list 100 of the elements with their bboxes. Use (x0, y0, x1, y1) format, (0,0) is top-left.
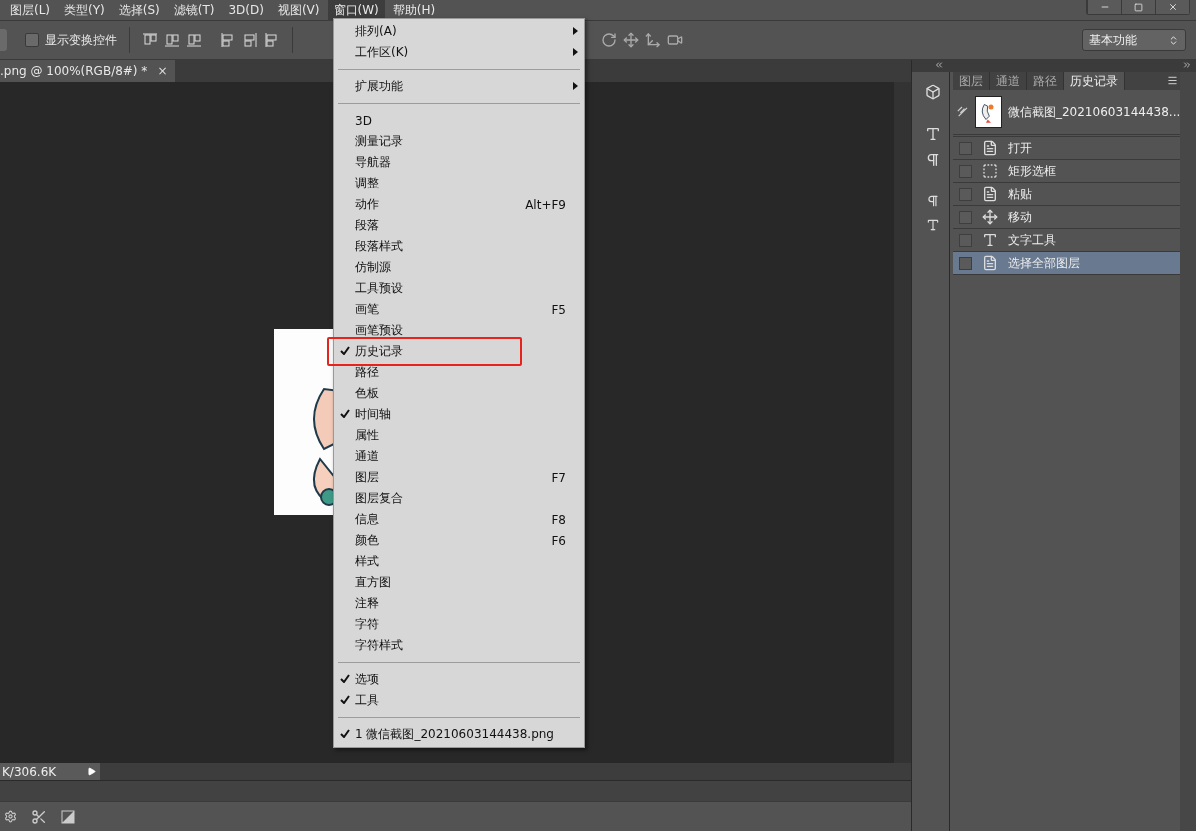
menu-item[interactable]: 调整 (334, 173, 584, 194)
menu-title[interactable]: 视图(V) (271, 0, 326, 21)
history-step[interactable]: 粘贴 (953, 183, 1181, 206)
align-icon[interactable] (264, 32, 280, 48)
pan-icon[interactable] (623, 32, 639, 48)
expand-icon[interactable] (1182, 60, 1192, 70)
menu-title[interactable]: 窗口(W) (327, 0, 385, 21)
character-icon[interactable] (924, 126, 941, 142)
step-checkbox[interactable] (959, 233, 973, 247)
menu-item[interactable]: 工具 (334, 690, 584, 711)
menu-title[interactable]: 类型(Y) (58, 0, 111, 21)
step-label: 矩形选框 (1008, 162, 1057, 180)
menu-item[interactable]: 字符样式 (334, 635, 584, 656)
menu-item[interactable]: 3D (334, 110, 584, 131)
document-icon (982, 186, 999, 202)
checkbox[interactable] (25, 33, 39, 47)
cube-icon[interactable] (924, 84, 941, 100)
expand-icon[interactable] (87, 767, 96, 776)
align-icon[interactable] (186, 32, 202, 48)
menu-item[interactable]: 段落 (334, 215, 584, 236)
step-label: 文字工具 (1008, 231, 1057, 249)
menu-item[interactable]: 路径 (334, 362, 584, 383)
step-label: 粘贴 (1008, 185, 1033, 203)
step-label: 打开 (1008, 139, 1033, 157)
history-step[interactable]: 选择全部图层 (953, 252, 1181, 275)
submenu-arrow-icon (573, 47, 578, 56)
submenu-arrow-icon (573, 26, 578, 35)
menu-item[interactable]: 工具预设 (334, 278, 584, 299)
maximize-icon (1134, 2, 1143, 12)
workspace-dropdown[interactable]: 基本功能 (1082, 29, 1186, 51)
menu-item[interactable]: 段落样式 (334, 236, 584, 257)
step-checkbox[interactable] (959, 141, 973, 155)
menu-item[interactable]: 1 微信截图_20210603144438.png (334, 724, 584, 745)
align-icon[interactable] (164, 32, 180, 48)
marquee-icon (982, 163, 999, 179)
document-icon (982, 255, 999, 271)
menu-item[interactable]: 直方图 (334, 572, 584, 593)
rotate-icon[interactable] (601, 32, 617, 48)
menu-icon[interactable] (1167, 75, 1179, 86)
menu-item[interactable]: 属性 (334, 425, 584, 446)
menu-item[interactable]: 测量记录 (334, 131, 584, 152)
document-tab[interactable]: .png @ 100%(RGB/8#) * × (0, 60, 176, 82)
menu-item[interactable]: 通道 (334, 446, 584, 467)
character-style-icon[interactable] (925, 218, 940, 232)
menu-title[interactable]: 3D(D) (222, 1, 270, 19)
history-step[interactable]: 移动 (953, 206, 1181, 229)
align-icon[interactable] (142, 32, 158, 48)
minimize-button[interactable] (1087, 0, 1121, 14)
step-checkbox[interactable] (959, 187, 973, 201)
status-text: K/306.6K (0, 763, 100, 780)
panel-tab[interactable]: 历史记录 (1064, 72, 1126, 90)
menu-title[interactable]: 选择(S) (112, 0, 166, 21)
step-checkbox[interactable] (959, 210, 973, 224)
scissors-icon[interactable] (31, 808, 47, 825)
menu-item[interactable]: 历史记录 (334, 341, 584, 362)
menu-item[interactable]: 时间轴 (334, 404, 584, 425)
menu-item[interactable]: 图层 F7 (334, 467, 584, 488)
step-label: 移动 (1008, 208, 1033, 226)
submenu-arrow-icon (573, 81, 578, 90)
menu-item[interactable]: 排列(A) (334, 21, 584, 42)
menu-item[interactable]: 图层复合 (334, 488, 584, 509)
maximize-button[interactable] (1121, 0, 1155, 14)
text-icon (982, 232, 999, 248)
menu-item[interactable]: 选项 (334, 669, 584, 690)
collapse-icon[interactable] (934, 60, 944, 70)
align-icon[interactable] (220, 32, 236, 48)
step-checkbox[interactable] (959, 164, 973, 178)
menu-item[interactable]: 画笔预设 (334, 320, 584, 341)
step-label: 选择全部图层 (1008, 254, 1081, 272)
menu-item[interactable]: 导航器 (334, 152, 584, 173)
menu-item[interactable]: 画笔 F5 (334, 299, 584, 320)
brush-icon (957, 105, 969, 119)
move-icon (982, 209, 999, 225)
paragraph-style-icon[interactable] (925, 194, 940, 208)
menu-item[interactable]: 动作 Alt+F9 (334, 194, 584, 215)
menu-item[interactable]: 字符 (334, 614, 584, 635)
menu-title[interactable]: 图层(L) (4, 0, 57, 21)
menu-item[interactable]: 色板 (334, 383, 584, 404)
menu-item[interactable]: 工作区(K) (334, 42, 584, 63)
menu-title[interactable]: 滤镜(T) (167, 0, 221, 21)
menu-item[interactable]: 扩展功能 (334, 76, 584, 97)
camera-icon[interactable] (667, 32, 683, 48)
menu-item[interactable]: 仿制源 (334, 257, 584, 278)
checkbox-label: 显示变换控件 (45, 31, 117, 49)
close-button[interactable] (1155, 0, 1189, 14)
step-checkbox[interactable] (959, 256, 973, 270)
updown-icon (1168, 34, 1179, 46)
menu-title[interactable]: 帮助(H) (386, 0, 442, 21)
transition-icon[interactable] (61, 809, 75, 824)
menu-item[interactable]: 信息 F8 (334, 509, 584, 530)
document-icon (982, 140, 999, 156)
settings-icon[interactable] (4, 810, 17, 823)
align-icon[interactable] (242, 32, 258, 48)
menu-item[interactable]: 样式 (334, 551, 584, 572)
menu-item[interactable]: 注释 (334, 593, 584, 614)
menu-item[interactable]: 颜色 F6 (334, 530, 584, 551)
history-step[interactable]: 打开 (953, 137, 1181, 160)
panel-tab[interactable]: 图层 (953, 72, 991, 90)
panel-tab[interactable]: 通道 (990, 72, 1028, 90)
snapshot-name[interactable]: 微信截图_20210603144438... (1007, 103, 1181, 121)
